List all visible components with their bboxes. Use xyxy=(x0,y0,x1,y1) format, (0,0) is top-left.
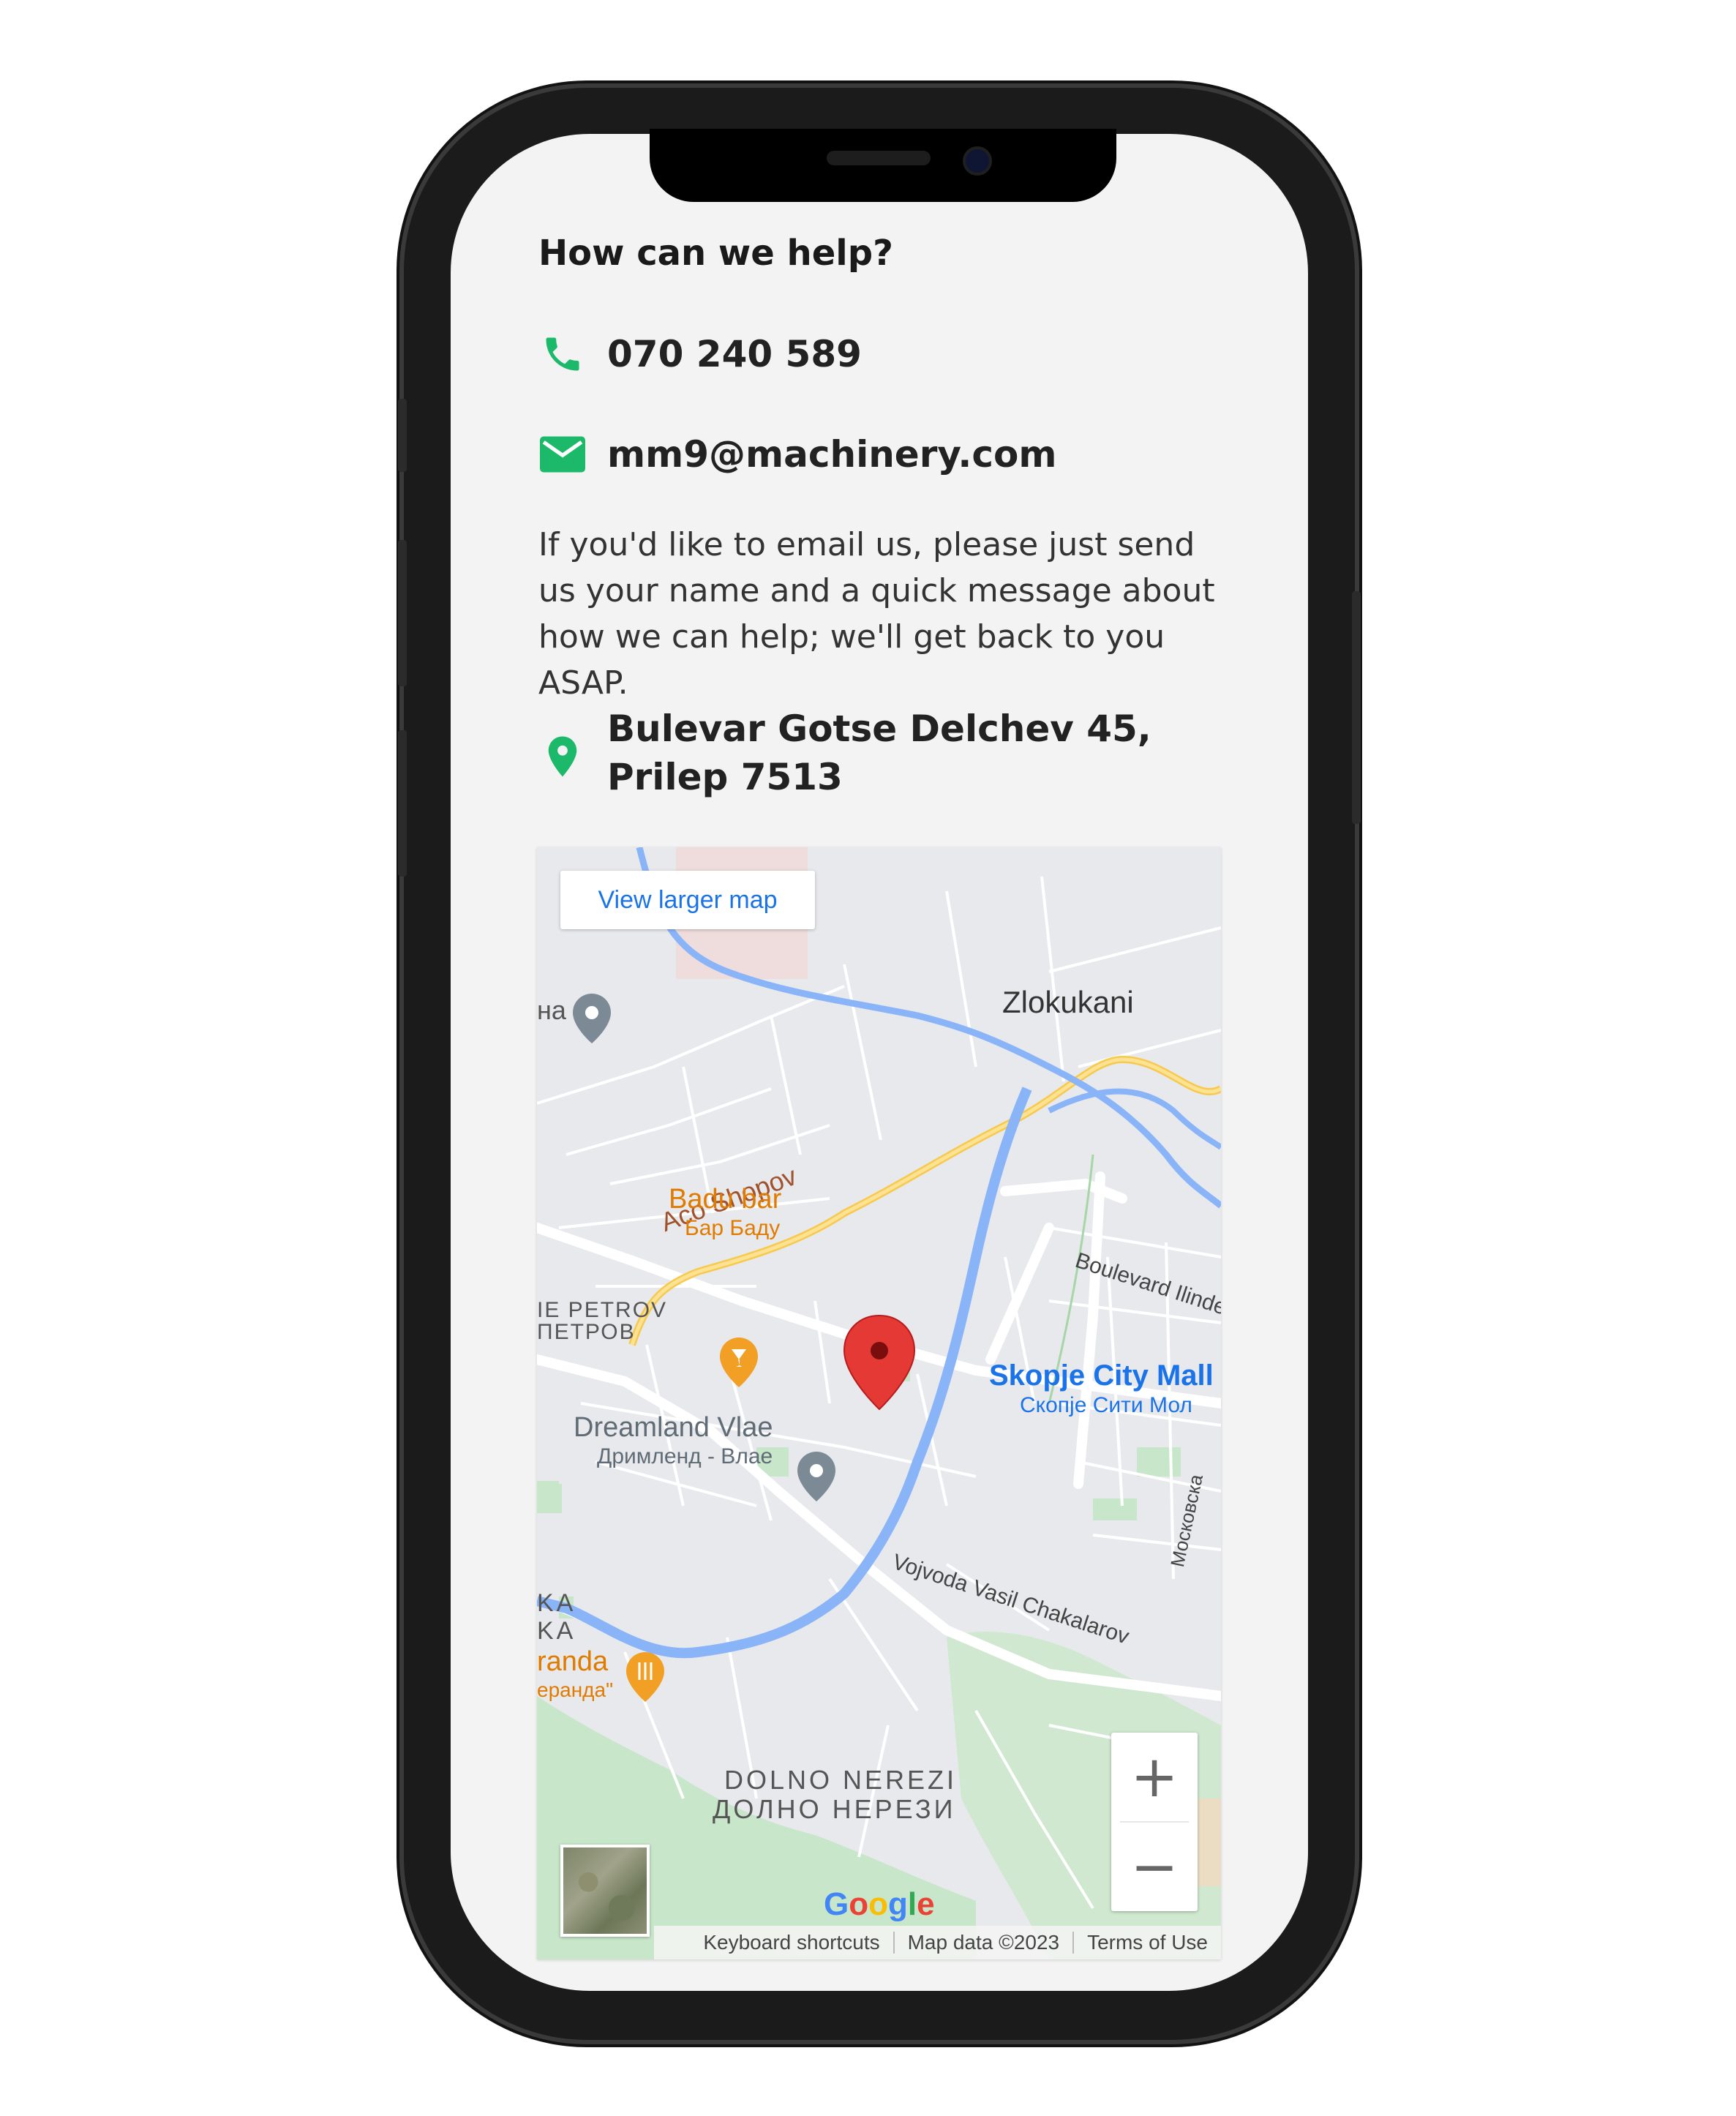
email-address[interactable]: mm9@machinery.com xyxy=(607,433,1056,476)
terms-of-use-link[interactable]: Terms of Use xyxy=(1074,1931,1221,1954)
zoom-controls: + − xyxy=(1111,1733,1198,1911)
email-row[interactable]: mm9@machinery.com xyxy=(538,430,1056,479)
phone-notch xyxy=(650,129,1116,202)
map-label-nerezi-cyr: ДОЛНО НЕРЕЗИ xyxy=(713,1794,956,1824)
volume-up-button xyxy=(398,540,407,686)
location-pin-icon xyxy=(538,732,587,781)
satellite-toggle-button[interactable] xyxy=(560,1845,650,1937)
contact-heading: How can we help? xyxy=(538,233,893,274)
mute-switch xyxy=(398,399,407,472)
phone-screen: How can we help? 070 240 589 mm9@machine… xyxy=(451,134,1308,1991)
map-label-city-mall-cyr: Скопје Сити Мол xyxy=(1020,1393,1192,1417)
contact-message: If you'd like to email us, please just s… xyxy=(538,526,1215,702)
map-label-petrov: IE PETROV xyxy=(537,1298,668,1322)
map-label-ka-2: KA xyxy=(537,1617,576,1645)
google-logo: Google xyxy=(824,1886,935,1922)
poi-pin-bar[interactable] xyxy=(720,1337,758,1387)
map-label-veranda-cyr: еранда" xyxy=(537,1678,614,1701)
poi-pin-gray-1[interactable] xyxy=(573,994,611,1043)
phone-row[interactable]: 070 240 589 xyxy=(538,330,862,378)
location-marker-icon[interactable] xyxy=(843,1314,916,1411)
address-row: Bulevar Gotse Delchev 45, Prilep 7513 xyxy=(538,705,1236,801)
earpiece-speaker xyxy=(827,151,931,165)
volume-down-button xyxy=(398,730,407,877)
phone-number[interactable]: 070 240 589 xyxy=(607,333,862,375)
map-label-badu-bar: Badu bar xyxy=(669,1184,782,1215)
mail-icon xyxy=(538,430,587,479)
front-camera xyxy=(963,146,992,176)
view-larger-map-button[interactable]: View larger map xyxy=(560,871,815,929)
zoom-out-button[interactable]: − xyxy=(1111,1823,1198,1911)
embedded-map[interactable]: Zlokukani на Aco Shopov Badu bar Бар Бад… xyxy=(537,847,1221,1959)
map-label-ka-1: KA xyxy=(537,1589,576,1617)
map-label-na: на xyxy=(537,995,566,1025)
map-label-badu-bar-cyr: Бар Баду xyxy=(685,1216,781,1240)
street-address: Bulevar Gotse Delchev 45, Prilep 7513 xyxy=(607,708,1151,798)
map-label-dreamland: Dreamland Vlae xyxy=(574,1412,773,1443)
zoom-in-button[interactable]: + xyxy=(1111,1733,1198,1821)
keyboard-shortcuts-link[interactable]: Keyboard shortcuts xyxy=(690,1931,893,1954)
map-label-nerezi: DOLNO NEREZI xyxy=(724,1765,958,1795)
map-data-text: Map data ©2023 xyxy=(907,1931,1060,1954)
poi-pin-restaurant[interactable] xyxy=(626,1652,664,1702)
map-footer: Keyboard shortcuts Map data ©2023 Terms … xyxy=(654,1926,1221,1959)
power-button xyxy=(1352,591,1361,824)
map-label-petrov-cyr: ПЕТРОВ xyxy=(537,1320,636,1344)
contact-section: How can we help? 070 240 589 mm9@machine… xyxy=(451,134,1308,1991)
map-label-city-mall: Skopje City Mall xyxy=(989,1359,1214,1392)
map-label-zlokukani: Zlokukani xyxy=(1002,985,1134,1019)
poi-pin-gray-2[interactable] xyxy=(797,1452,835,1501)
map-label-dreamland-cyr: Дримленд - Влае xyxy=(597,1444,773,1468)
phone-icon xyxy=(538,330,587,378)
map-label-veranda: randa xyxy=(537,1646,609,1677)
